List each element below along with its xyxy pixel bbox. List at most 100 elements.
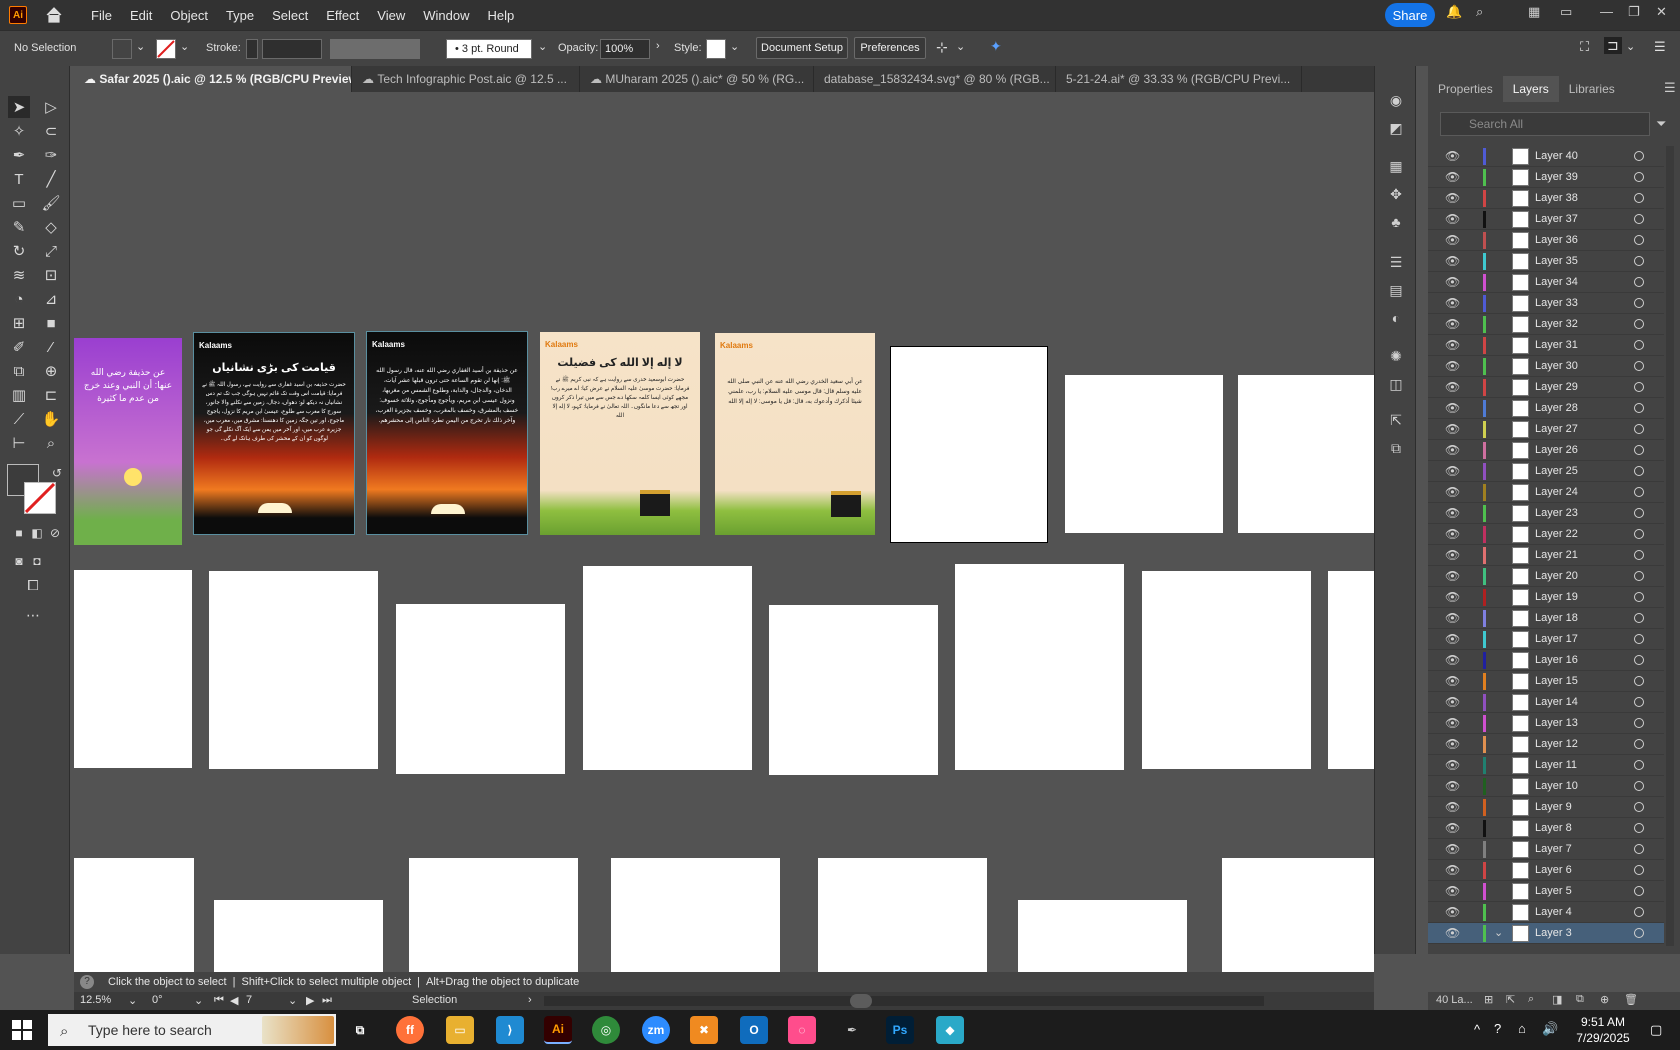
free-transform-icon[interactable]: ⊡	[40, 264, 62, 286]
chevron-up-icon[interactable]: ^	[1474, 1022, 1480, 1037]
stroke-color-swatch[interactable]	[24, 482, 56, 514]
chevron-down-icon[interactable]: ⌄	[538, 40, 547, 53]
sublayer-row[interactable]: 👁›<Gro...	[1428, 944, 1664, 946]
empty-artboard[interactable]	[1328, 571, 1374, 769]
visibility-eye-icon[interactable]: 👁	[1445, 296, 1460, 310]
export-icon[interactable]: ⇱	[1387, 412, 1405, 430]
selection-tool-icon[interactable]: ➤	[8, 96, 30, 118]
chevron-down-icon[interactable]: ⌄	[128, 994, 137, 1007]
transform-icon[interactable]: ⛶	[1580, 39, 1589, 55]
visibility-eye-icon[interactable]: 👁	[1445, 548, 1460, 562]
brush-definition[interactable]: • 3 pt. Round	[446, 39, 532, 59]
minimize-icon[interactable]: —	[1600, 4, 1613, 19]
menu-select[interactable]: Select	[272, 8, 308, 23]
target-icon[interactable]	[1634, 802, 1644, 812]
poster-artboard-5[interactable]: Kalaams عن أبي سعيد الخدري رضي الله عنه …	[715, 333, 875, 535]
slice-tool-icon[interactable]: ⟋	[8, 408, 30, 430]
restore-icon[interactable]: ❐	[1628, 4, 1640, 20]
brushes-icon[interactable]: ✥	[1387, 186, 1405, 204]
target-icon[interactable]	[1634, 256, 1644, 266]
symbol-sprayer-icon[interactable]: ⊕	[40, 360, 62, 382]
direct-selection-tool-icon[interactable]: ▷	[40, 96, 62, 118]
layer-row[interactable]: 👁 Layer 29	[1428, 377, 1664, 398]
first-artboard-icon[interactable]: ⏮	[214, 994, 224, 1007]
layer-row[interactable]: 👁 Layer 37	[1428, 209, 1664, 230]
panel-toggle-icon[interactable]: ▭	[1560, 4, 1572, 20]
stroke-weight-input[interactable]	[262, 39, 322, 59]
empty-artboard-selected[interactable]	[890, 346, 1048, 543]
visibility-eye-icon[interactable]: 👁	[1445, 422, 1460, 436]
perspective-grid-icon[interactable]: ⊿	[40, 288, 62, 310]
empty-artboard[interactable]	[74, 858, 194, 972]
target-icon[interactable]	[1634, 508, 1644, 518]
search-icon[interactable]: ⌕	[1476, 4, 1483, 20]
pen-tool-icon[interactable]: ✒	[8, 144, 30, 166]
target-icon[interactable]	[1634, 319, 1644, 329]
visibility-eye-icon[interactable]: 👁	[1445, 695, 1460, 709]
none-mode-icon[interactable]: ⊘	[44, 522, 66, 544]
more-tools-icon[interactable]: ⋯	[22, 604, 44, 626]
stroke-stepper[interactable]	[246, 39, 258, 59]
swap-colors-icon[interactable]: ↺	[46, 462, 68, 484]
target-icon[interactable]	[1634, 382, 1644, 392]
visibility-eye-icon[interactable]: 👁	[1445, 380, 1460, 394]
empty-artboard[interactable]	[818, 858, 987, 972]
chevron-down-icon[interactable]: ⌄	[730, 40, 739, 53]
target-icon[interactable]	[1634, 445, 1644, 455]
curvature-tool-icon[interactable]: ✑	[40, 144, 62, 166]
variable-width-profile[interactable]	[330, 39, 420, 59]
menu-edit[interactable]: Edit	[130, 8, 152, 23]
visibility-eye-icon[interactable]: 👁	[1445, 653, 1460, 667]
chevron-down-icon[interactable]: ⌄	[1626, 40, 1635, 53]
target-icon[interactable]	[1634, 403, 1644, 413]
image-trace-icon[interactable]: ◩	[1387, 120, 1405, 138]
target-icon[interactable]	[1634, 781, 1644, 791]
layer-row[interactable]: 👁 Layer 6	[1428, 860, 1664, 881]
zoom-app-icon[interactable]: zm	[642, 1016, 670, 1044]
stroke-panel-icon[interactable]: ☰	[1387, 254, 1405, 272]
graphic-styles-icon[interactable]: ◫	[1387, 376, 1405, 394]
task-view-icon[interactable]: ⧉	[346, 1016, 374, 1044]
chevron-down-icon[interactable]: ⌄	[180, 40, 189, 53]
new-sublayer-icon[interactable]: ⧉	[1576, 993, 1584, 1006]
xampp-icon[interactable]: ✖	[690, 1016, 718, 1044]
layer-row[interactable]: 👁 Layer 36	[1428, 230, 1664, 251]
paintbrush-tool-icon[interactable]: 🖌	[40, 192, 62, 214]
visibility-eye-icon[interactable]: 👁	[1445, 800, 1460, 814]
zoom-field[interactable]: 12.5%	[80, 994, 111, 1006]
tab-tech-infographic[interactable]: ☁ Tech Infographic Post.aic @ 12.5 ...✕	[352, 66, 580, 92]
preferences-button[interactable]: Preferences	[854, 37, 926, 59]
visibility-eye-icon[interactable]: 👁	[1445, 506, 1460, 520]
warp-tool-icon[interactable]: ≋	[8, 264, 30, 286]
visibility-eye-icon[interactable]: 👁	[1445, 674, 1460, 688]
visibility-eye-icon[interactable]: 👁	[1445, 884, 1460, 898]
close-icon[interactable]: ✕	[1656, 4, 1667, 20]
layer-row[interactable]: 👁 Layer 28	[1428, 398, 1664, 419]
layer-row[interactable]: 👁 Layer 7	[1428, 839, 1664, 860]
visibility-eye-icon[interactable]: 👁	[1445, 485, 1460, 499]
layer-row[interactable]: 👁 Layer 10	[1428, 776, 1664, 797]
layer-row[interactable]: 👁 Layer 17	[1428, 629, 1664, 650]
network-icon[interactable]: ⌂	[1518, 1021, 1526, 1036]
target-icon[interactable]	[1634, 466, 1644, 476]
target-icon[interactable]	[1634, 235, 1644, 245]
print-tiling-icon[interactable]: ⊢	[8, 432, 30, 454]
menu-list-icon[interactable]: ☰	[1654, 39, 1666, 55]
illustrator-icon[interactable]: Ai	[544, 1016, 572, 1044]
visibility-eye-icon[interactable]: 👁	[1445, 779, 1460, 793]
taskbar-clock[interactable]: 9:51 AM 7/29/2025	[1568, 1014, 1638, 1046]
layer-row[interactable]: 👁 Layer 39	[1428, 167, 1664, 188]
share-button[interactable]: Share	[1385, 3, 1435, 27]
eyedropper-icon[interactable]: ✐	[8, 336, 30, 358]
layer-row[interactable]: 👁 Layer 20	[1428, 566, 1664, 587]
vscode-icon[interactable]: ⟩	[496, 1016, 524, 1044]
chevron-down-icon[interactable]: ⌄	[956, 40, 965, 53]
visibility-eye-icon[interactable]: 👁	[1445, 170, 1460, 184]
target-icon[interactable]	[1634, 151, 1644, 161]
visibility-eye-icon[interactable]: 👁	[1445, 926, 1460, 940]
layer-row[interactable]: 👁 Layer 21	[1428, 545, 1664, 566]
help-icon[interactable]: ?	[80, 975, 94, 989]
notifications-icon[interactable]: ▢	[1650, 1022, 1662, 1038]
visibility-eye-icon[interactable]: 👁	[1445, 737, 1460, 751]
draw-behind-icon[interactable]: ◘	[26, 550, 48, 572]
